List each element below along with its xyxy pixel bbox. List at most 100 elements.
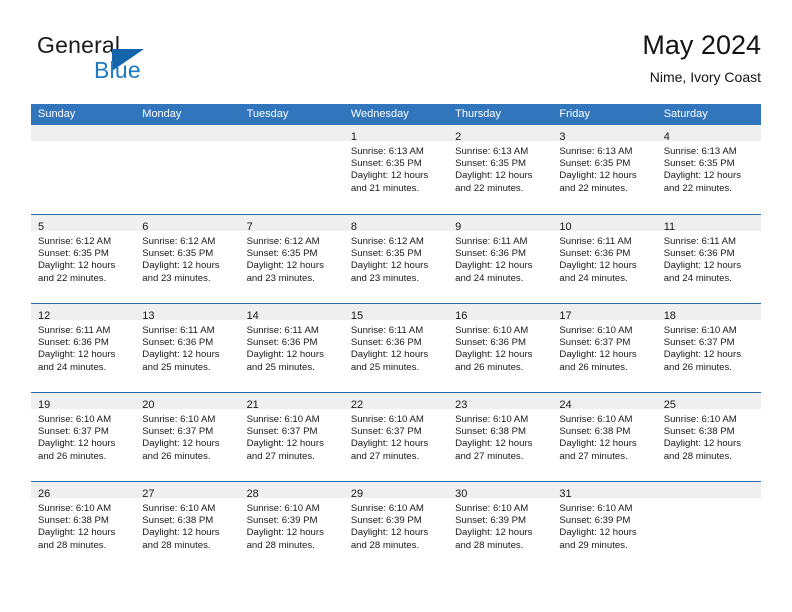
sunrise-time: Sunrise: 6:10 AM: [350, 414, 424, 425]
daylight-duration-line1: Daylight: 12 hours: [663, 260, 742, 272]
calendar-day-cell[interactable]: 17 Sunrise: 6:10 AM Sunset: 6:37 PM Dayligh…: [552, 304, 657, 392]
daylight-duration-line1: Daylight: 12 hours: [246, 438, 324, 450]
calendar-day-cell[interactable]: 10 Sunrise: 6:11 AM Sunset: 6:36 PM Dayligh…: [552, 215, 657, 303]
daylight-duration-line1: Daylight: 12 hours: [38, 260, 116, 272]
daylight-duration-line1: Daylight: 12 hours: [142, 260, 220, 272]
calendar-day-cell[interactable]: 12 Sunrise: 6:11 AM Sunset: 6:36 PM Dayligh…: [31, 304, 136, 392]
sunset-time: Sunset: 6:35 PM: [455, 158, 527, 170]
day-number: 8: [350, 221, 357, 233]
sunrise-time: Sunrise: 6:12 AM: [350, 236, 424, 247]
daylight-duration-line1: Daylight: 12 hours: [142, 527, 220, 539]
day-number: 4: [663, 131, 670, 143]
calendar-day-cell[interactable]: 27 Sunrise: 6:10 AM Sunset: 6:38 PM Dayligh…: [135, 482, 240, 570]
day-details: Sunrise: 6:13 AM Sunset: 6:35 PM Daylight:…: [657, 141, 761, 195]
calendar-day-cell[interactable]: 11 Sunrise: 6:11 AM Sunset: 6:36 PM Dayligh…: [656, 215, 761, 303]
day-number-strip: 15: [343, 304, 449, 322]
day-number: 31: [559, 488, 572, 500]
calendar-day-cell[interactable]: 25 Sunrise: 6:10 AM Sunset: 6:38 PM Dayligh…: [656, 393, 761, 481]
sunrise-time: Sunrise: 6:10 AM: [559, 414, 633, 425]
day-details: Sunrise: 6:12 AM Sunset: 6:35 PM Daylight:…: [135, 231, 239, 285]
calendar-day-cell[interactable]: 7 Sunrise: 6:12 AM Sunset: 6:35 PM Daylight…: [239, 215, 344, 303]
calendar-day-cell[interactable]: 16 Sunrise: 6:10 AM Sunset: 6:36 PM Dayligh…: [448, 304, 553, 392]
sunrise-time: Sunrise: 6:11 AM: [663, 236, 737, 247]
sunset-time: Sunset: 6:39 PM: [559, 515, 631, 527]
day-number-strip: 17: [552, 304, 657, 322]
day-details: Sunrise: 6:10 AM Sunset: 6:36 PM Daylight:…: [448, 320, 552, 374]
sunrise-time: Sunrise: 6:10 AM: [455, 325, 529, 336]
daylight-duration-line2: and 27 minutes.: [455, 450, 524, 462]
sunrise-time: Sunrise: 6:10 AM: [246, 503, 320, 514]
general-blue-logo[interactable]: General Blue: [37, 32, 237, 94]
day-details: Sunrise: 6:10 AM Sunset: 6:38 PM Daylight:…: [135, 498, 239, 552]
calendar-day-cell[interactable]: 22 Sunrise: 6:10 AM Sunset: 6:37 PM Dayligh…: [343, 393, 449, 481]
daylight-duration-line2: and 27 minutes.: [246, 450, 315, 462]
day-number-strip: 30: [448, 482, 553, 500]
sunset-time: Sunset: 6:36 PM: [350, 337, 422, 349]
calendar-day-cell[interactable]: 4 Sunrise: 6:13 AM Sunset: 6:35 PM Daylight…: [656, 125, 761, 214]
calendar-day-cell[interactable]: 19 Sunrise: 6:10 AM Sunset: 6:37 PM Dayligh…: [31, 393, 136, 481]
calendar-day-cell-empty: [239, 125, 344, 214]
sunset-time: Sunset: 6:39 PM: [246, 515, 318, 527]
day-number-strip: 1: [343, 125, 449, 143]
calendar-day-cell[interactable]: 1 Sunrise: 6:13 AM Sunset: 6:35 PM Daylight…: [343, 125, 449, 214]
calendar-day-cell[interactable]: 13 Sunrise: 6:11 AM Sunset: 6:36 PM Dayligh…: [135, 304, 240, 392]
calendar-day-cell[interactable]: 6 Sunrise: 6:12 AM Sunset: 6:35 PM Daylight…: [135, 215, 240, 303]
daylight-duration-line2: and 22 minutes.: [559, 182, 628, 194]
calendar-day-cell[interactable]: 24 Sunrise: 6:10 AM Sunset: 6:38 PM Dayligh…: [552, 393, 657, 481]
sunrise-time: Sunrise: 6:11 AM: [142, 325, 215, 336]
page-header: General Blue May 2024 Nime, Ivory Coast: [31, 28, 761, 100]
day-details: Sunrise: 6:13 AM Sunset: 6:35 PM Daylight:…: [448, 141, 552, 195]
daylight-duration-line1: Daylight: 12 hours: [350, 349, 429, 361]
calendar-day-cell[interactable]: 30 Sunrise: 6:10 AM Sunset: 6:39 PM Dayligh…: [448, 482, 553, 570]
calendar-day-cell[interactable]: 26 Sunrise: 6:10 AM Sunset: 6:38 PM Dayligh…: [31, 482, 136, 570]
daylight-duration-line1: Daylight: 12 hours: [142, 438, 220, 450]
calendar-day-cell[interactable]: 14 Sunrise: 6:11 AM Sunset: 6:36 PM Dayligh…: [239, 304, 344, 392]
day-details: Sunrise: 6:10 AM Sunset: 6:37 PM Daylight:…: [657, 320, 761, 374]
calendar-day-cell[interactable]: 31 Sunrise: 6:10 AM Sunset: 6:39 PM Dayligh…: [552, 482, 657, 570]
day-number: 29: [350, 488, 364, 500]
day-number-strip: 3: [552, 125, 657, 143]
calendar-day-cell[interactable]: 23 Sunrise: 6:10 AM Sunset: 6:38 PM Dayligh…: [448, 393, 553, 481]
day-number: 10: [559, 221, 572, 233]
calendar-day-cell[interactable]: 8 Sunrise: 6:12 AM Sunset: 6:35 PM Daylight…: [343, 215, 449, 303]
page-subtitle: Nime, Ivory Coast: [649, 69, 761, 85]
daylight-duration-line2: and 27 minutes.: [559, 450, 628, 462]
sunset-time: Sunset: 6:36 PM: [246, 337, 318, 349]
weekday-header-friday: Friday: [559, 108, 590, 120]
day-details: Sunrise: 6:10 AM Sunset: 6:38 PM Daylight:…: [552, 409, 656, 463]
calendar-day-cell[interactable]: 28 Sunrise: 6:10 AM Sunset: 6:39 PM Dayligh…: [239, 482, 344, 570]
day-details: Sunrise: 6:11 AM Sunset: 6:36 PM Daylight:…: [31, 320, 135, 374]
day-number-strip: 9: [448, 215, 553, 233]
day-number-strip: [31, 125, 136, 141]
calendar-day-cell[interactable]: 9 Sunrise: 6:11 AM Sunset: 6:36 PM Daylight…: [448, 215, 553, 303]
daylight-duration-line2: and 26 minutes.: [559, 361, 628, 373]
calendar-day-cell[interactable]: 5 Sunrise: 6:12 AM Sunset: 6:35 PM Daylight…: [31, 215, 136, 303]
daylight-duration-line2: and 28 minutes.: [350, 539, 420, 551]
calendar-day-cell[interactable]: 2 Sunrise: 6:13 AM Sunset: 6:35 PM Daylight…: [448, 125, 553, 214]
daylight-duration-line2: and 27 minutes.: [350, 450, 420, 462]
day-number: 23: [455, 399, 468, 411]
calendar-day-cell[interactable]: 21 Sunrise: 6:10 AM Sunset: 6:37 PM Dayligh…: [239, 393, 344, 481]
calendar-day-cell[interactable]: 20 Sunrise: 6:10 AM Sunset: 6:37 PM Dayligh…: [135, 393, 240, 481]
day-number-strip: 26: [31, 482, 136, 500]
sunset-time: Sunset: 6:36 PM: [455, 248, 527, 260]
sunset-time: Sunset: 6:38 PM: [663, 426, 735, 438]
calendar-day-cell[interactable]: 3 Sunrise: 6:13 AM Sunset: 6:35 PM Daylight…: [552, 125, 657, 214]
day-details: Sunrise: 6:11 AM Sunset: 6:36 PM Daylight:…: [344, 320, 448, 374]
day-number: 14: [246, 310, 259, 322]
day-details: Sunrise: 6:11 AM Sunset: 6:36 PM Daylight:…: [657, 231, 761, 285]
day-number-strip: 25: [656, 393, 761, 411]
daylight-duration-line1: Daylight: 12 hours: [663, 438, 742, 450]
day-number: 20: [142, 399, 155, 411]
calendar-day-cell[interactable]: 18 Sunrise: 6:10 AM Sunset: 6:37 PM Dayligh…: [656, 304, 761, 392]
calendar-day-cell[interactable]: 29 Sunrise: 6:10 AM Sunset: 6:39 PM Dayligh…: [343, 482, 449, 570]
calendar-day-cell[interactable]: 15 Sunrise: 6:11 AM Sunset: 6:36 PM Dayligh…: [343, 304, 449, 392]
day-number-strip: 23: [448, 393, 553, 411]
weekday-header-tuesday: Tuesday: [246, 108, 289, 120]
day-number-strip: 18: [656, 304, 761, 322]
daylight-duration-line2: and 28 minutes.: [663, 450, 732, 462]
sunrise-time: Sunrise: 6:10 AM: [559, 325, 633, 336]
daylight-duration-line2: and 22 minutes.: [663, 182, 732, 194]
calendar-week-row: 26 Sunrise: 6:10 AM Sunset: 6:38 PM Dayligh…: [31, 481, 761, 570]
sunrise-time: Sunrise: 6:10 AM: [455, 503, 529, 514]
